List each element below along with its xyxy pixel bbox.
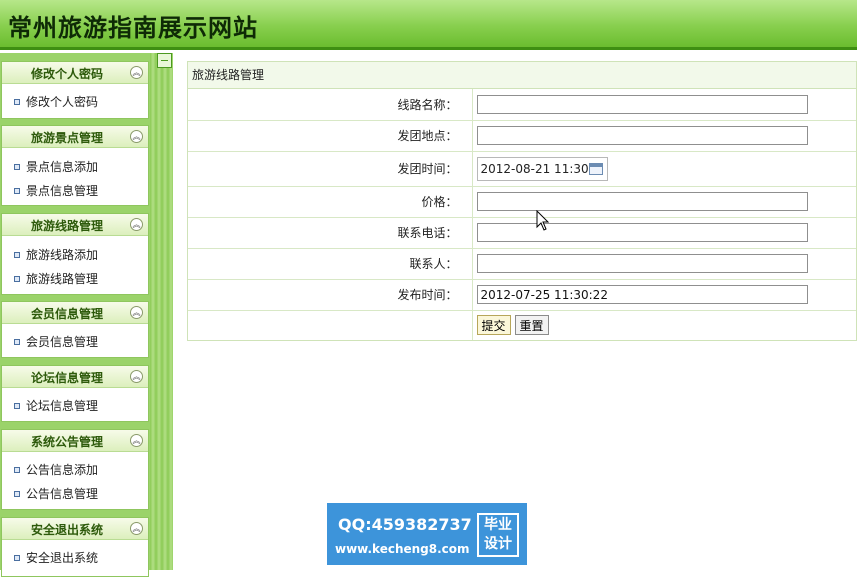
sidebar-item-label: 旅游线路管理 — [26, 272, 99, 286]
contact-person-input[interactable] — [476, 254, 808, 273]
chevron-up-icon[interactable]: ︽ — [130, 522, 143, 535]
watermark-url: www.kecheng8.com — [335, 542, 470, 556]
field-label: 价格： — [188, 185, 473, 217]
watermark-badge-line2: 设计 — [484, 536, 512, 552]
publish-time-input[interactable] — [476, 285, 808, 304]
departure-time-value: 2012-08-21 11:30 — [480, 161, 589, 176]
submit-button[interactable]: 提交 — [476, 315, 511, 336]
contact-phone-input[interactable] — [476, 223, 808, 242]
reset-button[interactable]: 重置 — [514, 315, 549, 336]
sidebar-item-manage-routes[interactable]: 旅游线路管理 — [2, 267, 148, 291]
menu-group-header[interactable]: 会员信息管理 ︽ — [2, 302, 148, 324]
bullet-icon — [14, 403, 20, 409]
menu-group-title: 安全退出系统 — [30, 523, 103, 537]
form-row: 联系电话： — [188, 216, 856, 248]
menu-group-title: 系统公告管理 — [30, 435, 103, 449]
menu-group-header[interactable]: 系统公告管理 ︽ — [2, 430, 148, 452]
departure-location-input[interactable] — [476, 126, 808, 145]
watermark-badge-line1: 毕业 — [484, 517, 512, 533]
menu-group-title: 旅游线路管理 — [30, 219, 103, 233]
departure-time-picker[interactable]: 2012-08-21 11:30 — [476, 156, 608, 181]
menu-group-logout: 安全退出系统 ︽ 安全退出系统 — [1, 517, 149, 577]
form-row: 提交 重置 — [188, 309, 856, 340]
sidebar-item-label: 景点信息管理 — [26, 184, 99, 198]
sidebar-item-label: 公告信息管理 — [26, 487, 99, 501]
chevron-up-icon[interactable]: ︽ — [130, 306, 143, 319]
watermark-qq: QQ:459382737 — [338, 515, 472, 534]
route-name-input[interactable] — [476, 94, 808, 114]
form-row: 发团地点： — [188, 119, 856, 151]
chevron-up-icon[interactable]: ︽ — [130, 434, 143, 447]
chevron-up-icon[interactable]: ︽ — [130, 218, 143, 231]
field-label: 发团时间： — [188, 150, 473, 186]
bullet-icon — [14, 491, 20, 497]
watermark: QQ:459382737 www.kecheng8.com 毕业 设计 — [327, 503, 527, 565]
sidebar-item-label: 安全退出系统 — [26, 551, 99, 565]
mouse-cursor-icon — [536, 210, 550, 231]
collapse-sidebar-button[interactable] — [157, 53, 172, 68]
menu-group-title: 修改个人密码 — [30, 67, 103, 81]
price-input[interactable] — [476, 192, 808, 211]
panel-title: 旅游线路管理 — [188, 62, 856, 89]
sidebar-item-label: 公告信息添加 — [26, 463, 99, 477]
menu-group-routes: 旅游线路管理 ︽ 旅游线路添加 旅游线路管理 — [1, 213, 149, 295]
bullet-icon — [14, 276, 20, 282]
sidebar-item-add-attraction[interactable]: 景点信息添加 — [2, 155, 148, 179]
sidebar-item-manage-notices[interactable]: 公告信息管理 — [2, 482, 148, 506]
site-title: 常州旅游指南展示网站 — [8, 13, 258, 42]
field-label: 线路名称： — [188, 89, 473, 120]
chevron-up-icon[interactable]: ︽ — [130, 370, 143, 383]
bullet-icon — [14, 467, 20, 473]
field-label: 发团地点： — [188, 119, 473, 151]
menu-group-password: 修改个人密码 ︽ 修改个人密码 — [1, 61, 149, 119]
field-label: 联系人： — [188, 247, 473, 279]
sidebar-item-change-password[interactable]: 修改个人密码 — [2, 90, 148, 114]
menu-group-members: 会员信息管理 ︽ 会员信息管理 — [1, 301, 149, 358]
route-form-panel: 旅游线路管理 线路名称： 发团地点： 发团时间： 2012-08-21 11:3… — [187, 61, 857, 341]
sidebar-item-manage-forum[interactable]: 论坛信息管理 — [2, 394, 148, 418]
sidebar-splitter[interactable] — [150, 53, 173, 570]
chevron-up-icon[interactable]: ︽ — [130, 66, 143, 79]
sidebar-item-logout[interactable]: 安全退出系统 — [2, 546, 148, 570]
form-row: 发布时间： — [188, 278, 856, 310]
watermark-badge: 毕业 设计 — [477, 513, 519, 557]
form-row: 发团时间： 2012-08-21 11:30 — [188, 150, 856, 186]
menu-group-notices: 系统公告管理 ︽ 公告信息添加 公告信息管理 — [1, 429, 149, 510]
form-row: 联系人： — [188, 247, 856, 279]
calendar-icon[interactable] — [588, 162, 603, 175]
form-row: 价格： — [188, 185, 856, 217]
empty-label — [188, 309, 473, 340]
menu-group-header[interactable]: 论坛信息管理 ︽ — [2, 366, 148, 388]
sidebar-item-label: 修改个人密码 — [26, 95, 99, 109]
sidebar-item-label: 会员信息管理 — [26, 335, 99, 349]
sidebar-item-add-route[interactable]: 旅游线路添加 — [2, 243, 148, 267]
menu-group-forum: 论坛信息管理 ︽ 论坛信息管理 — [1, 365, 149, 422]
menu-group-title: 论坛信息管理 — [30, 371, 103, 385]
bullet-icon — [14, 188, 20, 194]
menu-group-header[interactable]: 修改个人密码 ︽ — [2, 62, 148, 84]
field-label: 发布时间： — [188, 278, 473, 310]
sidebar-item-add-notice[interactable]: 公告信息添加 — [2, 458, 148, 482]
menu-group-header[interactable]: 安全退出系统 ︽ — [2, 518, 148, 540]
sidebar-item-label: 论坛信息管理 — [26, 399, 99, 413]
chevron-up-icon[interactable]: ︽ — [130, 130, 143, 143]
sidebar-item-label: 景点信息添加 — [26, 160, 99, 174]
bullet-icon — [14, 164, 20, 170]
sidebar-item-manage-attractions[interactable]: 景点信息管理 — [2, 179, 148, 203]
bullet-icon — [14, 252, 20, 258]
menu-group-attractions: 旅游景点管理 ︽ 景点信息添加 景点信息管理 — [1, 125, 149, 206]
menu-group-title: 旅游景点管理 — [30, 131, 103, 145]
form-row: 线路名称： — [188, 89, 856, 120]
field-label: 联系电话： — [188, 216, 473, 248]
header: 常州旅游指南展示网站 — [0, 0, 857, 50]
menu-group-title: 会员信息管理 — [30, 307, 103, 321]
bullet-icon — [14, 99, 20, 105]
bullet-icon — [14, 555, 20, 561]
bullet-icon — [14, 339, 20, 345]
menu-group-header[interactable]: 旅游景点管理 ︽ — [2, 126, 148, 148]
sidebar-item-manage-members[interactable]: 会员信息管理 — [2, 330, 148, 354]
route-form: 线路名称： 发团地点： 发团时间： 2012-08-21 11:30 价格： 联… — [188, 89, 856, 340]
sidebar-item-label: 旅游线路添加 — [26, 248, 99, 262]
menu-group-header[interactable]: 旅游线路管理 ︽ — [2, 214, 148, 236]
